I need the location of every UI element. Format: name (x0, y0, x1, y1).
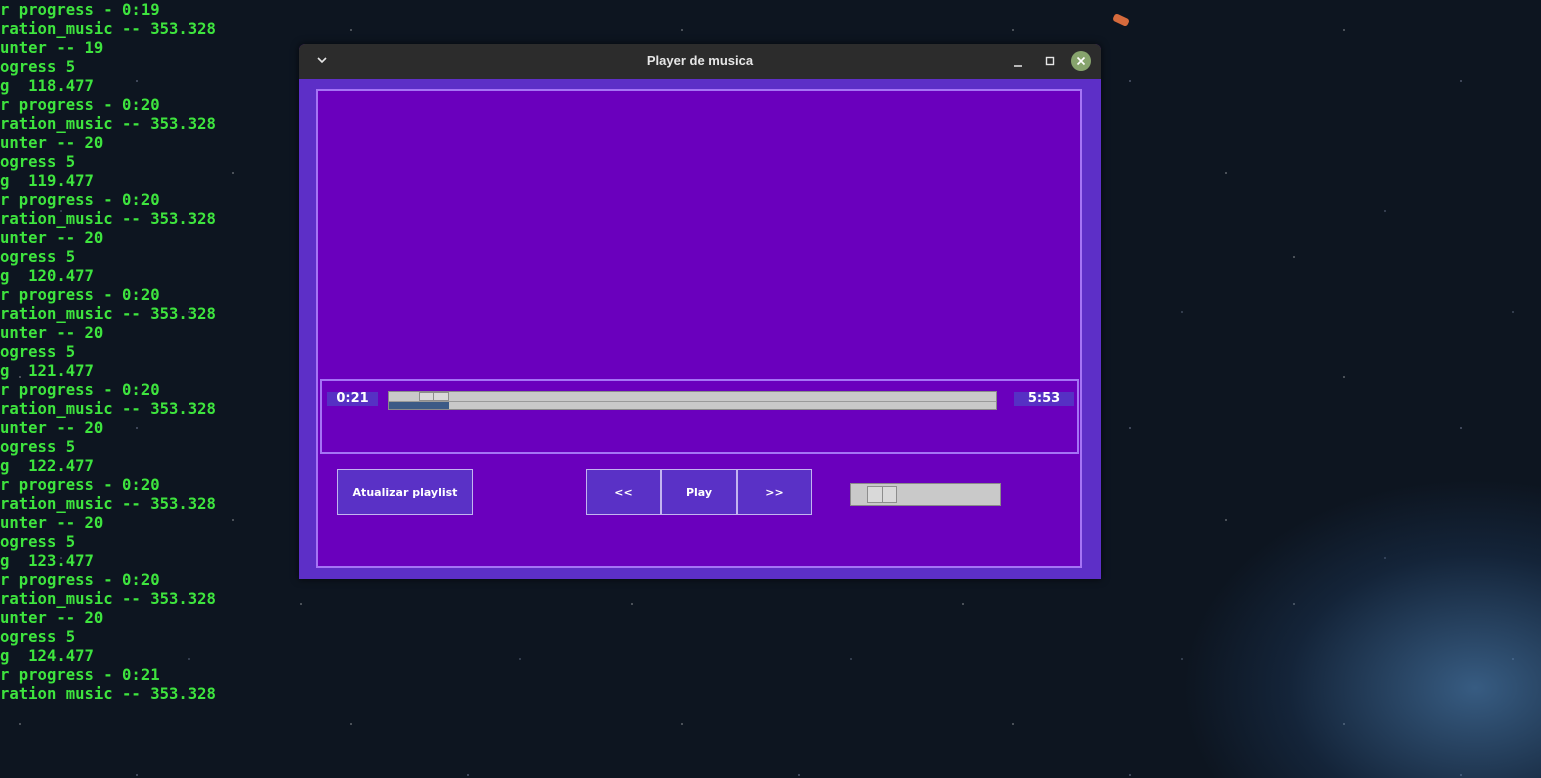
volume-slider-thumb[interactable] (867, 486, 897, 503)
terminal-line: ration_music -- 353.328 (0, 685, 216, 699)
terminal-line: ogress 5 (0, 628, 76, 646)
next-button[interactable]: >> (737, 469, 812, 515)
terminal-line: g 120.477 (0, 267, 94, 285)
previous-button[interactable]: << (586, 469, 661, 515)
terminal-line: r progress - 0:19 (0, 1, 160, 19)
terminal-line: unter -- 20 (0, 514, 104, 532)
terminal-line: ration_music -- 353.328 (0, 305, 216, 323)
volume-slider[interactable] (850, 483, 1001, 506)
terminal-line: ration_music -- 353.328 (0, 400, 216, 418)
terminal-line: ration_music -- 353.328 (0, 495, 216, 513)
terminal-line: r progress - 0:20 (0, 96, 160, 114)
terminal-line: r progress - 0:20 (0, 286, 160, 304)
terminal-output: r progress - 0:19 ration_music -- 353.328… (0, 1, 300, 699)
terminal-line: g 122.477 (0, 457, 94, 475)
wallpaper-nebula (1181, 478, 1541, 778)
terminal-line: ogress 5 (0, 58, 76, 76)
terminal-line: r progress - 0:20 (0, 476, 160, 494)
music-player-window: Player de musica 0:21 5:53 Atualizar pla… (299, 44, 1101, 579)
terminal-line: r progress - 0:20 (0, 571, 160, 589)
progress-panel: 0:21 5:53 (320, 379, 1079, 454)
close-button[interactable] (1071, 51, 1091, 71)
terminal-line: ration_music -- 353.328 (0, 115, 216, 133)
terminal-line: ogress 5 (0, 343, 76, 361)
current-time: 0:21 (327, 392, 378, 406)
progress-divider (389, 401, 996, 402)
window-titlebar[interactable]: Player de musica (299, 44, 1101, 79)
terminal-line: r progress - 0:20 (0, 381, 160, 399)
player-panel: 0:21 5:53 Atualizar playlist << Play >> (316, 89, 1082, 568)
satellite-decoration (1112, 12, 1130, 28)
terminal-line: g 119.477 (0, 172, 94, 190)
maximize-icon[interactable] (1040, 52, 1060, 72)
terminal-line: r progress - 0:20 (0, 191, 160, 209)
window-title: Player de musica (646, 53, 754, 68)
terminal-line: unter -- 20 (0, 134, 104, 152)
terminal-line: g 118.477 (0, 77, 94, 95)
terminal-line: g 123.477 (0, 552, 94, 570)
progress-fill (389, 402, 449, 409)
progress-slider[interactable] (388, 391, 997, 410)
player-frame: 0:21 5:53 Atualizar playlist << Play >> (299, 79, 1101, 579)
play-button[interactable]: Play (661, 469, 737, 515)
terminal-line: unter -- 20 (0, 609, 104, 627)
terminal-line: ogress 5 (0, 533, 76, 551)
terminal-line: g 121.477 (0, 362, 94, 380)
terminal-line: unter -- 20 (0, 324, 104, 342)
terminal-line: ration_music -- 353.328 (0, 210, 216, 228)
terminal-line: ogress 5 (0, 153, 76, 171)
minimize-icon[interactable] (1008, 52, 1028, 72)
terminal-line: ration_music -- 353.328 (0, 20, 216, 38)
refresh-playlist-button[interactable]: Atualizar playlist (337, 469, 473, 515)
terminal-line: ogress 5 (0, 438, 76, 456)
terminal-line: ogress 5 (0, 248, 76, 266)
total-time: 5:53 (1014, 392, 1074, 406)
close-icon (1076, 56, 1086, 66)
terminal-line: unter -- 19 (0, 39, 104, 57)
terminal-line: unter -- 20 (0, 229, 104, 247)
terminal-line: ration_music -- 353.328 (0, 590, 216, 608)
terminal-line: g 124.477 (0, 647, 94, 665)
terminal-line: unter -- 20 (0, 419, 104, 437)
terminal-line: r progress - 0:21 (0, 666, 160, 684)
progress-slider-thumb[interactable] (419, 392, 449, 401)
